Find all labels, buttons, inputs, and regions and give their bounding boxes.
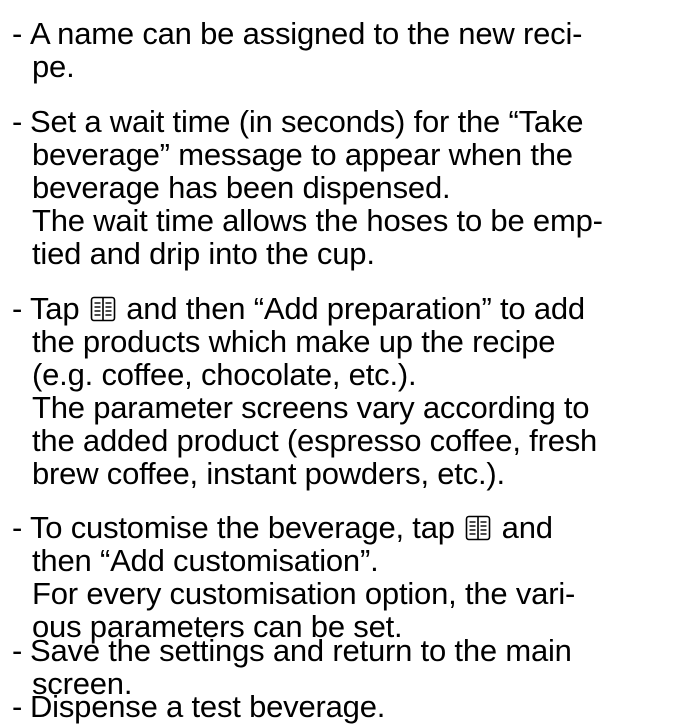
text-segment: and then “Add preparation” to add (126, 291, 585, 326)
text-line: tied and drip into the cup. (32, 236, 375, 271)
list-item-text: Set a wait time (in seconds) for the “Ta… (30, 105, 679, 270)
list-item-text: Tap and then “Add preparation” to add th… (30, 292, 679, 490)
text-line: Dispense a test beverage. (30, 689, 386, 724)
instruction-list: - A name can be assigned to the new reci… (0, 0, 679, 726)
text-line: pe. (32, 49, 75, 84)
list-item-text: A name can be assigned to the new reci- … (30, 17, 679, 83)
bullet-dash: - (12, 104, 23, 139)
bullet-dash: - (12, 510, 23, 545)
text-line: For every customisation option, the vari… (32, 576, 576, 611)
text-line: (e.g. coffee, chocolate, etc.). (32, 357, 417, 392)
text-line: Tap and then “Add preparation” to add (30, 292, 679, 325)
text-line: brew coffee, instant powders, etc.). (32, 456, 505, 491)
text-line: the products which make up the recipe (32, 324, 556, 359)
text-line: A name can be assigned to the new reci- (30, 16, 583, 51)
bullet-dash: - (12, 633, 23, 668)
text-line: Save the settings and return to the main (30, 633, 572, 668)
text-line: Set a wait time (in seconds) for the “Ta… (30, 104, 584, 139)
list-item-text: To customise the beverage, tap and then … (30, 511, 679, 643)
text-line: The parameter screens vary according to (32, 390, 590, 425)
book-menu-icon (90, 296, 116, 322)
text-line: beverage has been dispensed. (32, 170, 451, 205)
book-menu-icon (465, 515, 491, 541)
bullet-dash: - (12, 291, 23, 326)
bullet-dash: - (12, 689, 23, 724)
text-segment: Tap (30, 291, 80, 326)
list-item-text: Dispense a test beverage. (30, 690, 679, 723)
text-line: To customise the beverage, tap and (30, 511, 679, 544)
text-line: beverage” message to appear when the (32, 137, 573, 172)
text-line: The wait time allows the hoses to be emp… (32, 203, 603, 238)
text-line: then “Add customisation”. (32, 543, 379, 578)
text-segment: To customise the beverage, tap (30, 510, 455, 545)
text-line: the added product (espresso coffee, fres… (32, 423, 598, 458)
text-segment: and (501, 510, 553, 545)
bullet-dash: - (12, 16, 23, 51)
